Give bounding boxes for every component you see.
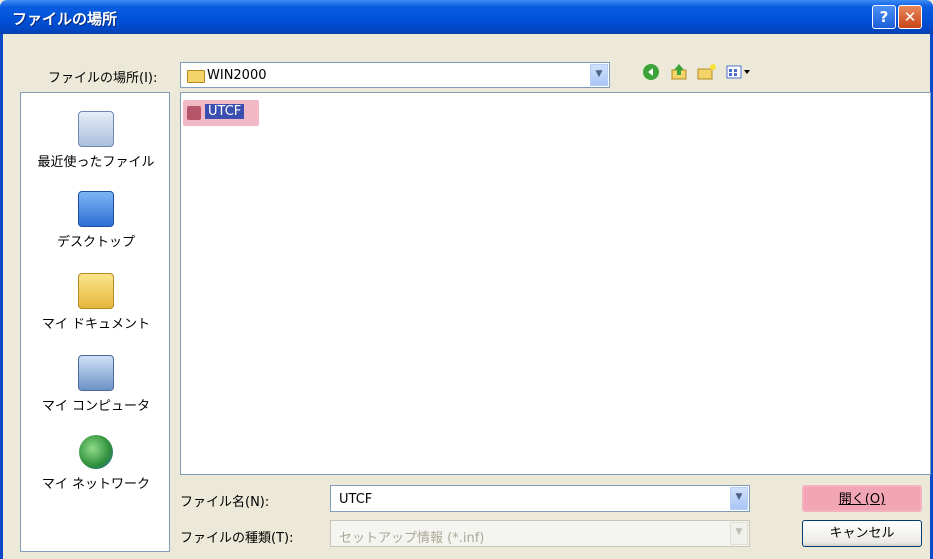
file-type-label: ファイルの種類(T): — [180, 531, 294, 546]
chevron-down-icon[interactable]: ▼ — [730, 522, 748, 545]
recent-documents-icon — [78, 111, 114, 147]
window-border-left — [0, 34, 3, 559]
my-computer-icon — [78, 355, 114, 391]
file-list[interactable]: UTCF — [180, 92, 931, 475]
folder-icon — [187, 70, 205, 83]
file-name: UTCF — [205, 104, 245, 119]
file-name-input[interactable]: UTCF ▼ — [330, 485, 750, 512]
place-desktop[interactable]: デスクトップ — [21, 191, 171, 250]
place-label: マイ ドキュメント — [41, 317, 151, 332]
window-title: ファイルの場所 — [12, 10, 118, 28]
close-button[interactable]: ✕ — [898, 5, 922, 29]
place-label: 最近使ったファイル — [37, 155, 155, 170]
view-menu-icon[interactable] — [724, 63, 754, 85]
back-icon[interactable] — [640, 63, 662, 85]
place-label: マイ コンピュータ — [41, 399, 151, 414]
file-type-value: セットアップ情報 (*.inf) — [339, 531, 485, 546]
look-in-value: WIN2000 — [207, 68, 267, 83]
file-icon — [187, 106, 201, 120]
desktop-icon — [78, 191, 114, 227]
title-bar[interactable]: ファイルの場所 ? ✕ — [0, 0, 933, 34]
file-name-label: ファイル名(N): — [180, 495, 270, 510]
place-label: デスクトップ — [56, 235, 135, 250]
my-network-icon — [79, 435, 113, 469]
place-my-network[interactable]: マイ ネットワーク — [21, 435, 171, 492]
chevron-down-icon[interactable]: ▼ — [730, 487, 748, 510]
look-in-label: ファイルの場所(I): — [48, 71, 158, 86]
places-bar: 最近使ったファイル デスクトップ マイ ドキュメント マイ コンピュータ マイ … — [20, 92, 170, 552]
place-my-computer[interactable]: マイ コンピュータ — [21, 355, 171, 414]
up-folder-icon[interactable] — [668, 63, 690, 85]
help-button[interactable]: ? — [872, 5, 896, 29]
new-folder-icon[interactable] — [696, 63, 718, 85]
place-my-documents[interactable]: マイ ドキュメント — [21, 273, 171, 332]
place-label: マイ ネットワーク — [41, 477, 151, 492]
list-item[interactable]: UTCF — [183, 100, 259, 126]
file-type-dropdown[interactable]: セットアップ情報 (*.inf) ▼ — [330, 520, 750, 547]
place-recent[interactable]: 最近使ったファイル — [21, 111, 171, 170]
cancel-button[interactable]: キャンセル — [802, 520, 922, 547]
open-button[interactable]: 開く(O) — [802, 485, 922, 512]
chevron-down-icon[interactable]: ▼ — [590, 64, 608, 86]
open-button-label: 開く(O) — [838, 492, 886, 507]
look-in-dropdown[interactable]: WIN2000 ▼ — [180, 62, 610, 88]
file-name-value: UTCF — [339, 492, 373, 507]
my-documents-icon — [78, 273, 114, 309]
